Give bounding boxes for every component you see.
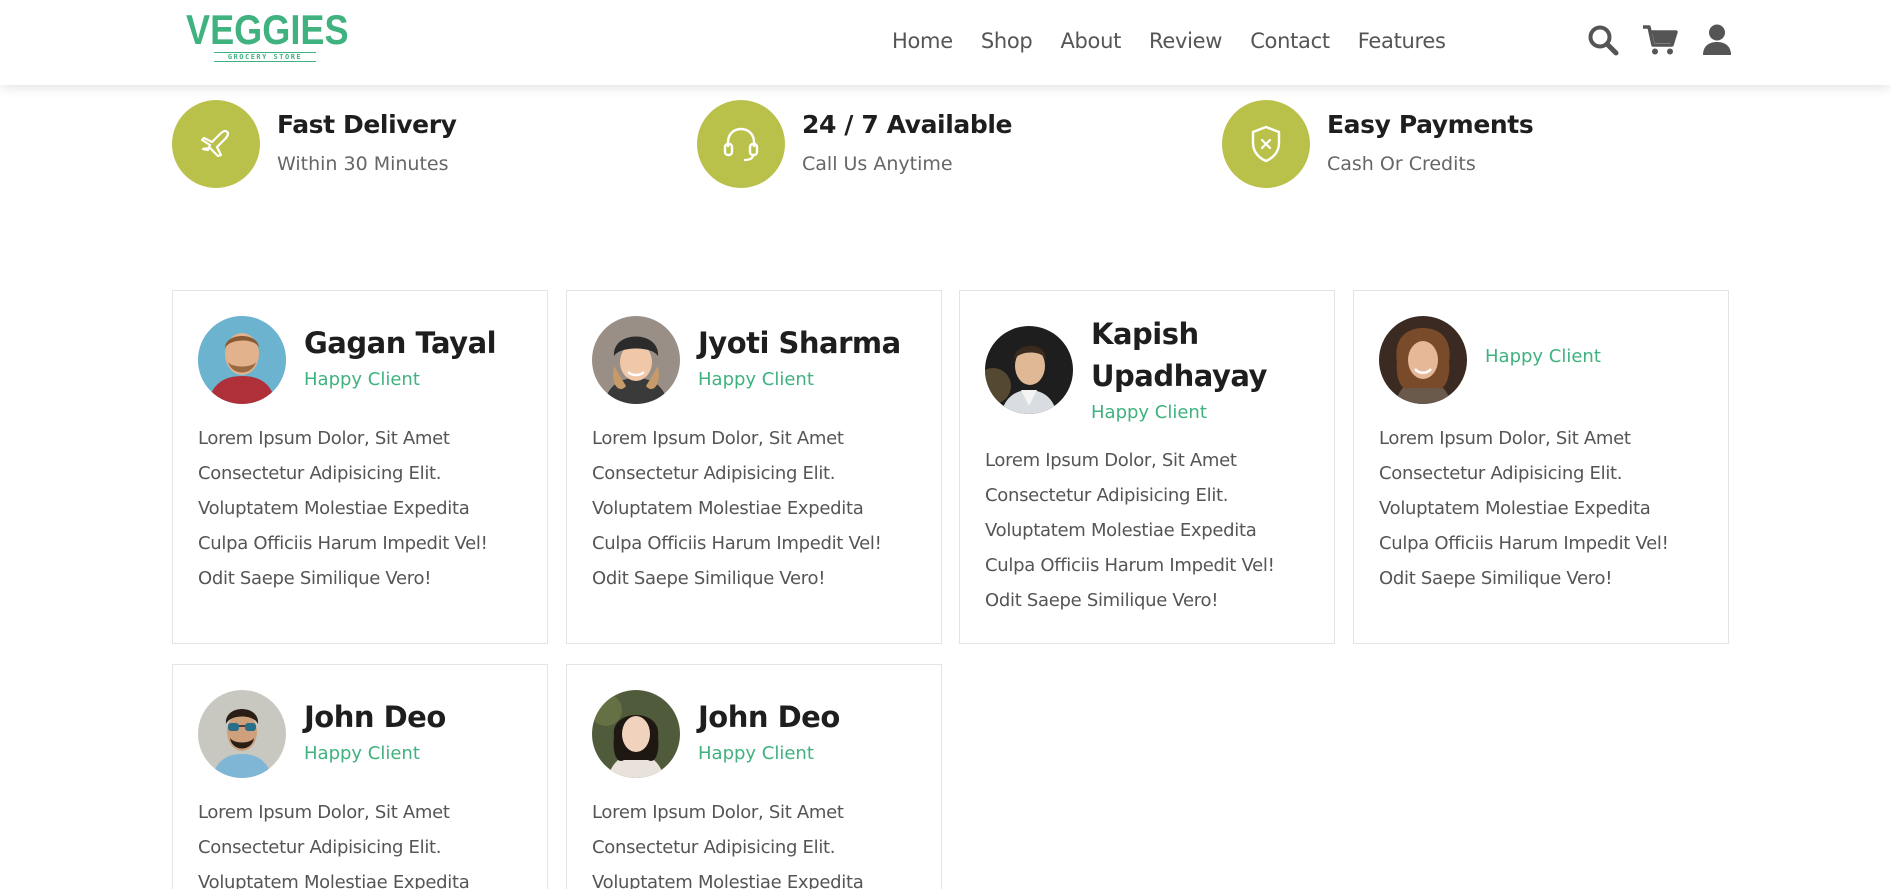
client-role: Happy Client	[1091, 402, 1207, 423]
avatar	[592, 690, 680, 778]
client-role: Happy Client	[1485, 346, 1601, 367]
avatar	[198, 690, 286, 778]
nav-about[interactable]: About	[1060, 26, 1121, 58]
review-card: Happy Client Lorem Ipsum Dolor, Sit Amet…	[1353, 290, 1729, 644]
feature-title: Easy Payments	[1327, 110, 1534, 139]
nav-shop[interactable]: Shop	[981, 26, 1033, 58]
nav-features[interactable]: Features	[1358, 26, 1446, 58]
client-name: Gagan Tayal	[304, 326, 497, 360]
client-role: Happy Client	[698, 743, 814, 764]
brand-logo[interactable]: VEGGIES GROCERY STORE	[186, 6, 349, 66]
feature-title: Fast Delivery	[277, 110, 457, 139]
headset-icon	[697, 100, 785, 188]
review-text: Lorem Ipsum Dolor, Sit Amet Consectetur A…	[1379, 428, 1669, 589]
header-icons	[1583, 22, 1754, 58]
client-name: John Deo	[304, 700, 446, 734]
nav-home[interactable]: Home	[892, 26, 953, 58]
feature-subtitle: Cash Or Credits	[1327, 153, 1476, 175]
client-role: Happy Client	[304, 369, 420, 390]
feature-easy-payments: Easy Payments Cash Or Credits	[1222, 100, 1542, 190]
feature-fast-delivery: Fast Delivery Within 30 Minutes	[172, 100, 492, 190]
brand-name: VEGGIES	[186, 6, 349, 53]
review-text: Lorem Ipsum Dolor, Sit Amet Consectetur A…	[198, 428, 488, 589]
avatar	[985, 326, 1073, 414]
client-name: Jyoti Sharma	[698, 326, 901, 360]
review-text: Lorem Ipsum Dolor, Sit Amet Consectetur A…	[592, 802, 864, 889]
site-header: VEGGIES GROCERY STORE Home Shop About Re…	[0, 0, 1891, 85]
avatar	[592, 316, 680, 404]
review-card: Kapish Upadhayay Happy Client Lorem Ipsu…	[959, 290, 1335, 644]
main-nav: Home Shop About Review Contact Features	[892, 26, 1474, 58]
client-role: Happy Client	[304, 743, 420, 764]
feature-available: 24 / 7 Available Call Us Anytime	[697, 100, 1017, 190]
client-name: John Deo	[698, 700, 840, 734]
brand-tagline: GROCERY STORE	[214, 52, 316, 62]
review-card: John Deo Happy Client Lorem Ipsum Dolor,…	[566, 664, 942, 889]
feature-subtitle: Call Us Anytime	[802, 153, 953, 175]
avatar	[1379, 316, 1467, 404]
client-name-continued: Upadhayay	[1091, 359, 1267, 393]
search-icon[interactable]	[1583, 22, 1623, 58]
feature-title: 24 / 7 Available	[802, 110, 1013, 139]
review-card: John Deo Happy Client Lorem Ipsum Dolor,…	[172, 664, 548, 889]
client-role: Happy Client	[698, 369, 814, 390]
cart-icon[interactable]	[1640, 22, 1680, 58]
review-card: Jyoti Sharma Happy Client Lorem Ipsum Do…	[566, 290, 942, 644]
review-text: Lorem Ipsum Dolor, Sit Amet Consectetur A…	[985, 450, 1275, 611]
user-icon[interactable]	[1697, 22, 1737, 58]
nav-contact[interactable]: Contact	[1250, 26, 1330, 58]
client-name: Kapish	[1091, 317, 1199, 351]
review-text: Lorem Ipsum Dolor, Sit Amet Consectetur A…	[198, 802, 470, 889]
nav-review[interactable]: Review	[1149, 26, 1222, 58]
plane-icon	[172, 100, 260, 188]
avatar	[198, 316, 286, 404]
review-text: Lorem Ipsum Dolor, Sit Amet Consectetur A…	[592, 428, 882, 589]
shield-icon	[1222, 100, 1310, 188]
feature-subtitle: Within 30 Minutes	[277, 153, 449, 175]
review-card: Gagan Tayal Happy Client Lorem Ipsum Dol…	[172, 290, 548, 644]
